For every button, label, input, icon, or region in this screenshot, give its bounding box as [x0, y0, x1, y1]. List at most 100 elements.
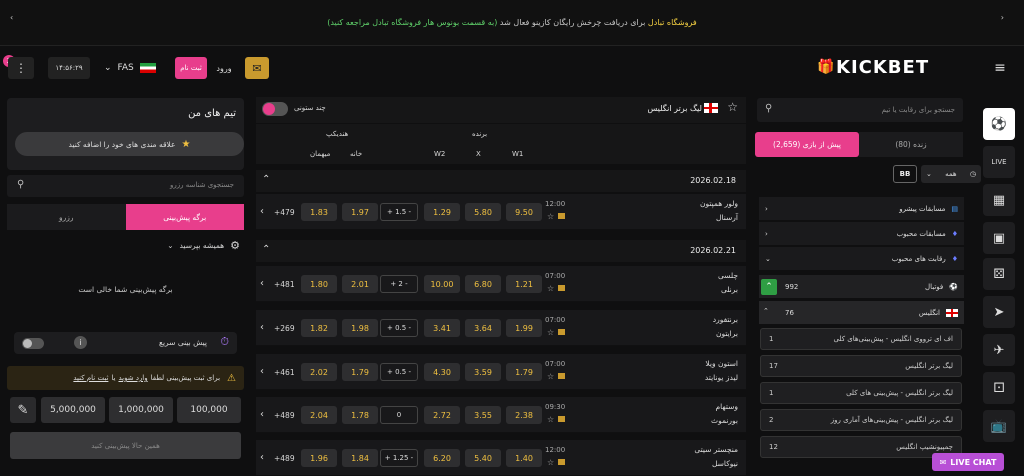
language-selector[interactable]: ⌄ FAS: [104, 57, 162, 79]
chevron-left-icon[interactable]: ‹: [260, 409, 264, 420]
handicap-home-odd[interactable]: 2.01: [342, 275, 378, 293]
chevron-left-icon[interactable]: ‹: [260, 206, 264, 217]
odd-w1[interactable]: 9.50: [506, 203, 542, 221]
stats-icon[interactable]: [558, 285, 565, 291]
bet-builder-button[interactable]: BB: [893, 165, 917, 183]
dice-icon[interactable]: ⚄: [983, 258, 1015, 290]
more-markets-count[interactable]: +461: [274, 368, 295, 377]
more-markets-count[interactable]: +489: [274, 454, 295, 463]
more-markets-count[interactable]: +481: [274, 280, 295, 289]
odd-w2[interactable]: 10.00: [424, 275, 460, 293]
virtual-games-icon[interactable]: ⚀: [983, 372, 1015, 404]
country-england[interactable]: ⌃ 76 انگلیس: [759, 301, 964, 325]
league-item[interactable]: 1 اف ای ترووی انگلیس - پیش‌بینی‌های کلی: [760, 328, 962, 350]
stake-5m-button[interactable]: 5,000,000: [41, 397, 105, 423]
stake-1m-button[interactable]: 1,000,000: [109, 397, 173, 423]
handicap-away-odd[interactable]: 1.83: [301, 203, 337, 221]
stake-100k-button[interactable]: 100,000: [177, 397, 241, 423]
league-item[interactable]: 2 لیگ برتر انگلیس - پیش‌بینی‌های آماری رو…: [760, 409, 962, 431]
handicap-away-odd[interactable]: 1.80: [301, 275, 337, 293]
chevron-up-icon[interactable]: ⌃: [262, 244, 270, 255]
stats-icon[interactable]: [558, 373, 565, 379]
rocket-icon[interactable]: ✈: [983, 334, 1015, 366]
odd-w1[interactable]: 1.21: [506, 275, 542, 293]
odd-w2[interactable]: 6.20: [424, 449, 460, 467]
handicap-home-odd[interactable]: 1.97: [342, 203, 378, 221]
menu-popular-competitions[interactable]: ⌄ رقابت های محبوب ♦: [759, 247, 964, 271]
star-icon[interactable]: ☆: [547, 328, 554, 337]
match-row[interactable]: ‹ +481 1.80 2.01 + 2 - 10.00 6.80 1.21 07:00 ☆ چلس…: [256, 266, 746, 302]
odd-w2[interactable]: 1.29: [424, 203, 460, 221]
odd-x[interactable]: 6.80: [465, 275, 501, 293]
chevron-left-icon[interactable]: ‹: [260, 322, 264, 333]
live-icon[interactable]: LIVE: [983, 146, 1015, 178]
football-icon[interactable]: ⚽: [983, 108, 1015, 140]
chevron-left-icon[interactable]: ‹: [260, 278, 264, 289]
quick-bet-toggle[interactable]: [22, 338, 44, 349]
star-icon[interactable]: ☆: [547, 284, 554, 293]
chevron-left-icon[interactable]: ‹: [10, 13, 13, 22]
more-markets-count[interactable]: +269: [274, 324, 295, 333]
chevron-right-icon[interactable]: ›: [1001, 13, 1004, 22]
tab-reserve[interactable]: رزرو: [7, 204, 126, 230]
chevron-left-icon[interactable]: ‹: [260, 452, 264, 463]
time-filter-select[interactable]: ⌄ همه ◷: [921, 165, 981, 183]
add-favorites-button[interactable]: علاقه مندی های خود را اضافه کنید ★: [15, 132, 244, 156]
odd-x[interactable]: 3.64: [465, 319, 501, 337]
odd-w2[interactable]: 4.30: [424, 363, 460, 381]
competition-search-input[interactable]: ⚲ جستجو برای رقابت یا تیم: [757, 98, 963, 122]
odd-w1[interactable]: 2.38: [506, 406, 542, 424]
stats-icon[interactable]: [558, 213, 565, 219]
odd-w2[interactable]: 3.41: [424, 319, 460, 337]
live-casino-icon[interactable]: ▣: [983, 222, 1015, 254]
kebab-menu-icon[interactable]: ⋮: [8, 57, 34, 79]
handicap-away-odd[interactable]: 1.96: [301, 449, 337, 467]
odd-x[interactable]: 5.80: [465, 203, 501, 221]
booking-search-input[interactable]: ⚲ جستجوی شناسه رزرو: [7, 175, 244, 197]
login-button[interactable]: ورود: [212, 57, 236, 79]
odd-w1[interactable]: 1.40: [506, 449, 542, 467]
chevron-up-icon[interactable]: ⌃: [262, 174, 270, 185]
odd-x[interactable]: 3.59: [465, 363, 501, 381]
match-row[interactable]: ‹ +461 2.02 1.79 + 0.5 -4.30 3.59 1.79 07:00 ☆ اس…: [256, 354, 746, 390]
tab-bet-slip[interactable]: برگه پیش‌بینی: [125, 204, 244, 230]
star-icon[interactable]: ☆: [547, 372, 554, 381]
match-row[interactable]: ‹ +269 1.82 1.98 + 0.5 - 3.41 3.64 1.99 07:00 ☆ بر…: [256, 310, 746, 346]
sport-football[interactable]: ⌃ 992 فوتبال ⚽: [759, 275, 964, 299]
handicap-home-odd[interactable]: 1.84: [342, 449, 378, 467]
match-row[interactable]: ‹ +489 1.96 1.84 + 1.25 - 6.20 5.40 1.40 12:00 ☆ م…: [256, 440, 746, 476]
star-icon[interactable]: ☆: [547, 415, 554, 424]
star-icon[interactable]: ☆: [547, 458, 554, 467]
league-item[interactable]: 1 لیگ برتر انگلیس - پیش‌بینی های کلی: [760, 382, 962, 404]
star-icon[interactable]: ☆: [727, 100, 738, 114]
info-icon[interactable]: i: [74, 336, 87, 349]
odd-w1[interactable]: 1.99: [506, 319, 542, 337]
more-markets-count[interactable]: +479: [274, 208, 295, 217]
stats-icon[interactable]: [558, 459, 565, 465]
mail-icon[interactable]: ✉: [245, 57, 269, 79]
edit-stake-icon[interactable]: ✎: [10, 397, 36, 423]
tab-live[interactable]: زنده (80): [859, 132, 963, 157]
chevron-left-icon[interactable]: ‹: [260, 366, 264, 377]
stats-icon[interactable]: [558, 329, 565, 335]
match-row[interactable]: ‹ +479 1.83 1.97 + 1.5 - 1.29 5.80 9.50 12:00 ☆ ول…: [256, 194, 746, 230]
handicap-away-odd[interactable]: 2.04: [301, 406, 337, 424]
league-item[interactable]: 17 لیگ برتر انگلیس: [760, 355, 962, 377]
menu-popular-matches[interactable]: › مسابقات محبوب ♦: [759, 222, 964, 246]
tv-icon[interactable]: 📺: [983, 410, 1015, 442]
handicap-away-odd[interactable]: 2.02: [301, 363, 337, 381]
logo[interactable]: KICKBET: [836, 55, 976, 79]
warning-register-link[interactable]: ثبت نام کنید: [73, 374, 108, 382]
sidebar-toggle-icon[interactable]: ≡: [988, 59, 1012, 77]
aviator-icon[interactable]: ➤: [983, 296, 1015, 328]
handicap-home-odd[interactable]: 1.79: [342, 363, 378, 381]
handicap-home-odd[interactable]: 1.78: [342, 406, 378, 424]
register-button[interactable]: ثبت نام: [175, 57, 207, 79]
odd-w1[interactable]: 1.79: [506, 363, 542, 381]
place-bet-button[interactable]: همین حالا پیش‌بینی کنید: [10, 432, 241, 459]
odd-x[interactable]: 3.55: [465, 406, 501, 424]
more-markets-count[interactable]: +489: [274, 411, 295, 420]
handicap-home-odd[interactable]: 1.98: [342, 319, 378, 337]
menu-upcoming[interactable]: › مسابقات پیشرو ▤: [759, 197, 964, 221]
match-row[interactable]: ‹ +489 2.04 1.78 0 2.72 3.55 2.38 09:30 ☆ وستهام بو…: [256, 397, 746, 433]
